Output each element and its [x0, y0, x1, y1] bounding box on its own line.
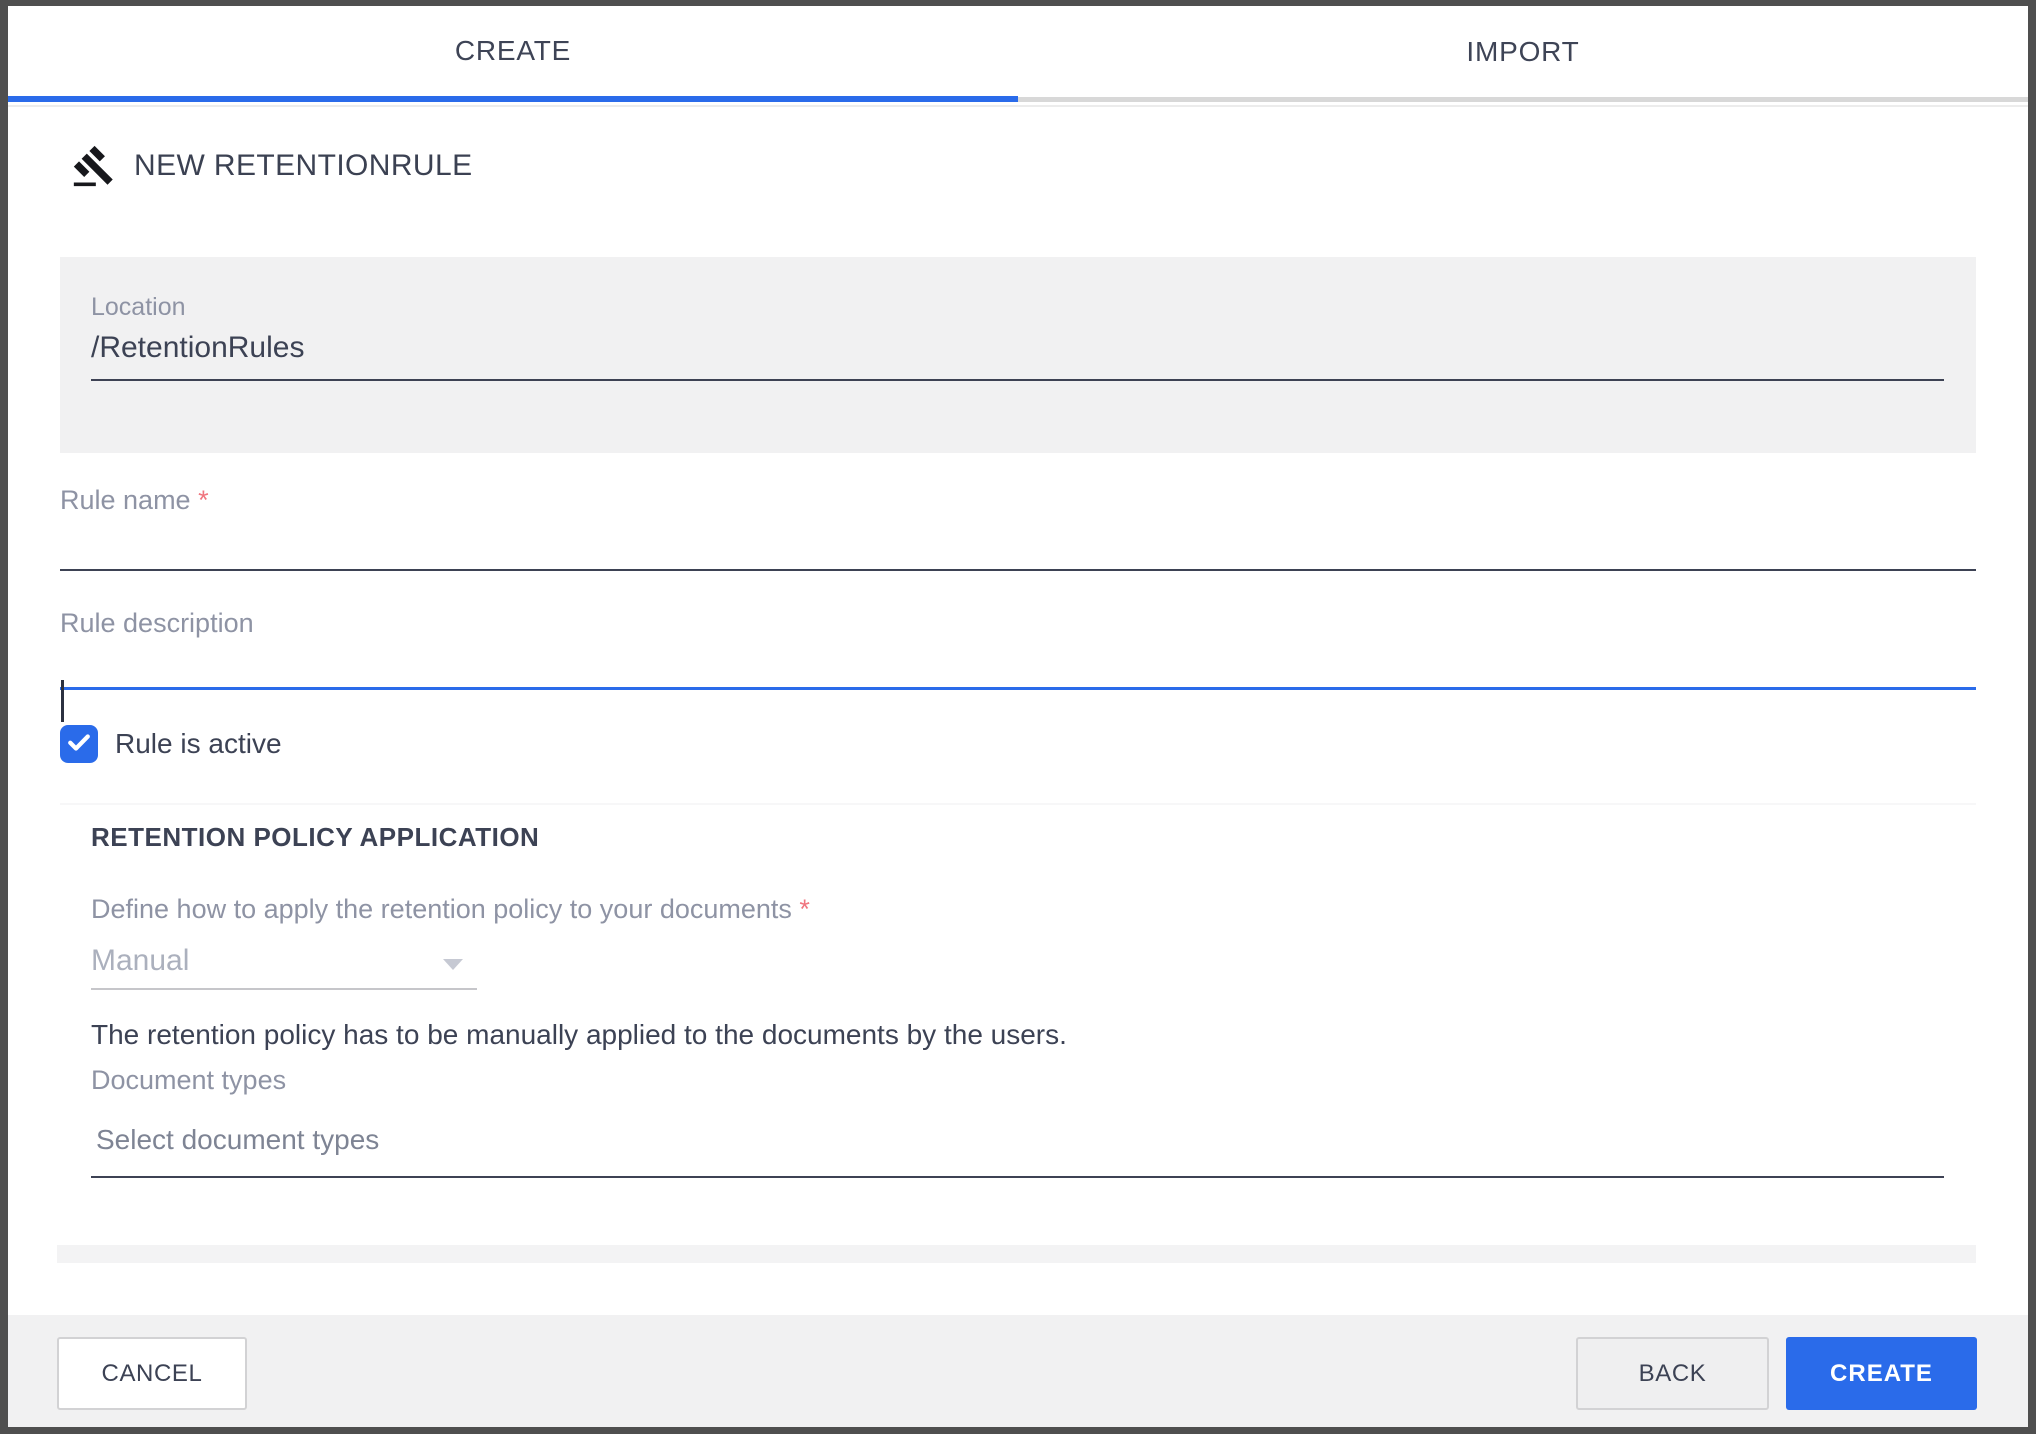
tab-create[interactable]: CREATE: [8, 6, 1018, 102]
apply-mode-help-text: The retention policy has to be manually …: [91, 1019, 1067, 1050]
content-end-band: [57, 1245, 1976, 1263]
location-label: Location: [91, 293, 186, 321]
section-divider: [60, 803, 1976, 805]
rule-name-input[interactable]: [60, 517, 1976, 571]
back-button[interactable]: BACK: [1576, 1337, 1769, 1410]
retention-policy-section-title: RETENTION POLICY APPLICATION: [91, 822, 540, 852]
new-retention-rule-dialog: CREATE IMPORT NEW RETENTIONRULE Location…: [8, 6, 2028, 1427]
apply-mode-select[interactable]: Manual: [91, 938, 477, 990]
apply-mode-label: Define how to apply the retention policy…: [91, 894, 810, 924]
rule-active-label: Rule is active: [115, 728, 282, 759]
create-button[interactable]: CREATE: [1786, 1337, 1977, 1410]
text-cursor: [61, 680, 64, 722]
document-types-field: [91, 1124, 1944, 1178]
required-asterisk: *: [198, 485, 209, 515]
chevron-down-icon: [443, 959, 463, 970]
rule-description-label: Rule description: [60, 608, 254, 638]
dialog-header: NEW RETENTIONRULE: [72, 142, 473, 190]
rule-name-label: Rule name *: [60, 485, 209, 515]
rule-active-checkbox[interactable]: [60, 725, 98, 763]
rule-name-field: Rule name *: [60, 483, 1976, 571]
dialog-footer: CANCEL BACK CREATE: [8, 1315, 2028, 1427]
rule-description-field: Rule description: [60, 606, 1976, 722]
location-input[interactable]: [91, 331, 1944, 381]
document-types-label: Document types: [91, 1065, 287, 1095]
tab-import[interactable]: IMPORT: [1018, 6, 2028, 102]
cancel-button[interactable]: CANCEL: [57, 1337, 247, 1410]
rule-description-input[interactable]: [60, 640, 1976, 690]
apply-mode-field: Define how to apply the retention policy…: [91, 892, 810, 990]
location-field-panel: Location: [60, 257, 1976, 453]
required-asterisk: *: [799, 894, 810, 924]
tab-bar-shadow: [8, 105, 2028, 107]
rule-active-row: Rule is active: [60, 725, 282, 763]
checkmark-icon: [64, 727, 94, 762]
tab-bar: CREATE IMPORT: [8, 6, 2028, 102]
gavel-icon: [72, 144, 116, 188]
apply-mode-value: Manual: [91, 944, 190, 977]
page-title: NEW RETENTIONRULE: [134, 149, 473, 182]
document-types-input[interactable]: [91, 1124, 1944, 1178]
